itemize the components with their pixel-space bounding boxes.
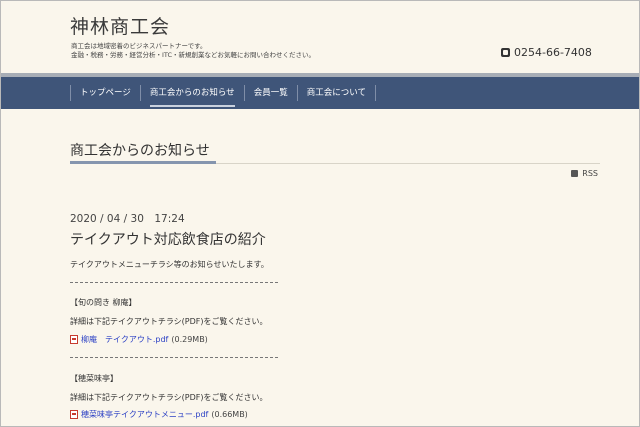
global-nav: トップページ 商工会からのお知らせ 会員一覧 商工会について bbox=[1, 77, 639, 109]
tagline-line-2: 金融・税務・労務・経営分析・ITC・新規創業などお気軽にお問い合わせください。 bbox=[71, 50, 316, 59]
nav-link-top[interactable]: トップページ bbox=[70, 85, 140, 101]
pdf-link-row: 柳庵 テイクアウト.pdf (0.29MB) bbox=[70, 334, 208, 345]
section-text: 詳細は下記テイクアウトチラシ(PDF)をご覧ください。 bbox=[70, 317, 268, 326]
phone-icon bbox=[501, 48, 510, 57]
nav-item-top[interactable]: トップページ bbox=[70, 77, 140, 109]
nav-link-members[interactable]: 会員一覧 bbox=[243, 85, 297, 101]
tagline-line-1: 商工会は地域密着のビジネスパートナーです。 bbox=[71, 42, 207, 50]
rss-label[interactable]: RSS bbox=[582, 169, 598, 178]
rss-icon bbox=[571, 170, 579, 177]
pdf-link-row: 穂菜味亭テイクアウトメニュー.pdf (0.66MB) bbox=[70, 409, 248, 420]
rss-link[interactable]: RSS bbox=[571, 169, 598, 178]
pdf-icon bbox=[70, 335, 78, 344]
nav-item-about[interactable]: 商工会について bbox=[296, 77, 376, 109]
site-title[interactable]: 神林商工会 bbox=[70, 12, 170, 39]
post-date: 2020 / 04 / 30 17:24 bbox=[70, 213, 185, 225]
site-header: 神林商工会 商工会は地域密着のビジネスパートナーです。 金融・税務・労務・経営分… bbox=[1, 1, 639, 73]
site-tagline: 商工会は地域密着のビジネスパートナーです。 金融・税務・労務・経営分析・ITC・… bbox=[71, 42, 401, 59]
phone-number: 0254-66-7408 bbox=[501, 46, 592, 59]
section-divider bbox=[70, 357, 278, 358]
nav-link-news[interactable]: 商工会からのお知らせ bbox=[139, 85, 244, 107]
section-heading: 【穂菜味亭】 bbox=[70, 374, 118, 383]
section-heading: 【旬の問き 柳庵】 bbox=[70, 298, 137, 307]
post-title: テイクアウト対応飲食店の紹介 bbox=[70, 232, 266, 248]
post-lead: テイクアウトメニューチラシ等のお知らせいたします。 bbox=[70, 260, 269, 269]
nav-link-about[interactable]: 商工会について bbox=[296, 85, 376, 101]
page-title: 商工会からのお知らせ bbox=[70, 143, 210, 159]
file-size: (0.29MB) bbox=[171, 335, 208, 344]
section-divider bbox=[70, 282, 278, 283]
page-title-underline bbox=[70, 161, 216, 164]
phone-text: 0254-66-7408 bbox=[514, 46, 592, 59]
nav-item-members[interactable]: 会員一覧 bbox=[243, 77, 297, 109]
pdf-link[interactable]: 柳庵 テイクアウト.pdf bbox=[81, 334, 168, 345]
pdf-icon bbox=[70, 410, 78, 419]
pdf-link[interactable]: 穂菜味亭テイクアウトメニュー.pdf bbox=[81, 409, 208, 420]
nav-item-news[interactable]: 商工会からのお知らせ bbox=[139, 77, 244, 109]
section-text: 詳細は下記テイクアウトチラシ(PDF)をご覧ください。 bbox=[70, 393, 268, 402]
file-size: (0.66MB) bbox=[211, 410, 248, 419]
